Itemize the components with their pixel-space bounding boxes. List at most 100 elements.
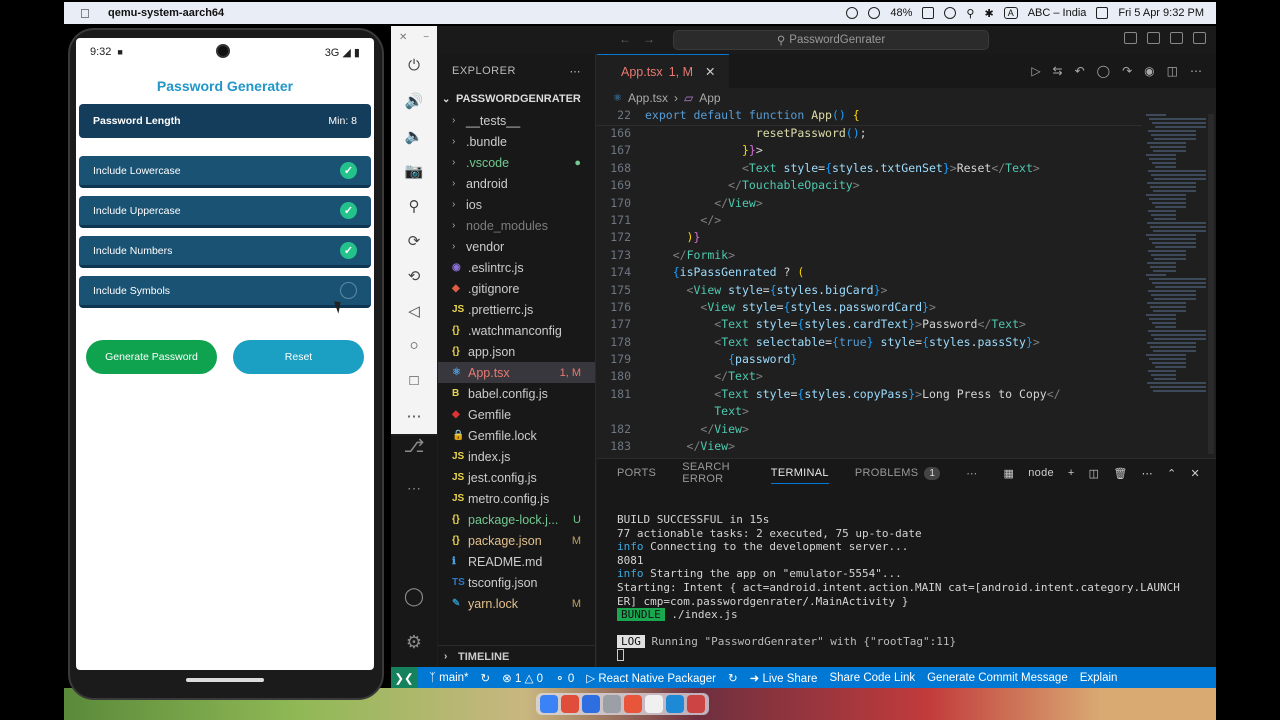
go-back-icon[interactable]: ↶ (1075, 64, 1085, 78)
check-icon[interactable]: ✓ (340, 202, 357, 219)
code-line[interactable]: 182 </View> (597, 422, 1142, 439)
toggle-icon[interactable] (1096, 7, 1109, 19)
home-icon[interactable]: ○ (402, 328, 426, 363)
more-icon[interactable]: ⋯ (402, 398, 426, 433)
code-line[interactable]: 172 )} (597, 230, 1142, 247)
terminal-shell[interactable]: node (1028, 467, 1054, 479)
file-tree-item[interactable]: ✎ yarn.lock M (438, 593, 595, 614)
file-tree-item[interactable]: › node_modules (438, 215, 595, 236)
split-editor-icon[interactable]: ◫ (1167, 64, 1178, 78)
volume-down-icon[interactable]: 🔈 (402, 118, 426, 153)
settings-gear-icon[interactable]: ⚙ (401, 632, 427, 653)
generate-commit-button[interactable]: Generate Commit Message (927, 672, 1068, 684)
explain-button[interactable]: Explain (1080, 672, 1118, 684)
file-tree-item[interactable]: JS jest.config.js (438, 467, 595, 488)
command-center-search[interactable]: ⚲ PasswordGenrater (673, 30, 989, 50)
toggle-sidebar-icon[interactable] (1124, 32, 1137, 44)
remote-icon[interactable]: ❯❮ (391, 667, 417, 688)
vscode-dock-icon[interactable] (666, 695, 684, 713)
code-line[interactable]: 178 <Text selectable={true} style={style… (597, 335, 1142, 352)
tab-problems[interactable]: PROBLEMS 1 (855, 467, 941, 480)
file-tree-item[interactable]: ◆ .gitignore (438, 278, 595, 299)
explorer-more-icon[interactable]: ⋯ (570, 65, 582, 78)
back-icon[interactable]: ◁ (402, 293, 426, 328)
breadcrumb-file[interactable]: App.tsx (628, 91, 668, 105)
terminal-more-icon[interactable]: ⋯ (1142, 467, 1153, 480)
code-line[interactable]: 166 resetPassword(); (597, 126, 1142, 143)
file-tree-item[interactable]: ℹ README.md (438, 551, 595, 572)
check-icon[interactable]: ✓ (340, 242, 357, 259)
problems-status[interactable]: ⊗ 1 △ 0 (502, 671, 543, 685)
file-tree-item[interactable]: Bbabel.config.js (438, 383, 595, 404)
nav-arrows[interactable]: ←→ (619, 32, 667, 46)
finder-icon[interactable] (540, 695, 558, 713)
file-tree-item[interactable]: › __tests__ (438, 110, 595, 131)
code-line[interactable]: 177 <Text style={styles.cardText}>Passwo… (597, 317, 1142, 334)
account-icon[interactable]: ◯ (401, 586, 427, 607)
code-line[interactable]: 175 <View style={styles.bigCard}> (597, 283, 1142, 300)
file-tree-item[interactable]: › .vscode ● (438, 152, 595, 173)
file-tree-item[interactable]: ◉ .eslintrc.js (438, 257, 595, 278)
file-tree-item[interactable]: JS metro.config.js (438, 488, 595, 509)
play-icon[interactable] (868, 7, 881, 19)
more-icon[interactable]: ⋯ (401, 480, 427, 497)
input-source[interactable]: ABC – India (1028, 7, 1087, 19)
password-length-input[interactable]: Min: 8 (328, 115, 357, 127)
zoom-icon[interactable]: ⚲ (402, 188, 426, 223)
sync-icon[interactable]: ↻ (481, 671, 491, 685)
file-tree-item[interactable]: › android (438, 173, 595, 194)
code-line[interactable]: Text> (597, 404, 1142, 421)
breadcrumb-symbol[interactable]: App (699, 91, 720, 105)
code-line[interactable]: 169 </TouchableOpacity> (597, 178, 1142, 195)
code-editor[interactable]: 166 resetPassword(); 167 }}> 168 <Text sty… (597, 108, 1142, 458)
home-gesture-bar[interactable] (186, 678, 264, 682)
code-line[interactable]: 173 </Formik> (597, 248, 1142, 265)
record-icon[interactable] (846, 7, 859, 19)
customize-layout-icon[interactable] (1193, 32, 1206, 44)
code-line[interactable]: 174 {isPassGenrated ? ( (597, 265, 1142, 282)
app-store-icon[interactable] (582, 695, 600, 713)
close-icon[interactable]: ✕ (705, 64, 715, 79)
input-badge[interactable]: A (1003, 7, 1018, 19)
rotate-left-icon[interactable]: ⟳ (402, 223, 426, 258)
tab-search-error[interactable]: SEARCH ERROR (682, 461, 745, 485)
file-tree-item[interactable]: TS tsconfig.json (438, 572, 595, 593)
option-numbers[interactable]: Include Numbers ✓ (79, 236, 371, 268)
code-line[interactable]: 180 </Text> (597, 369, 1142, 386)
branch-status[interactable]: ᛉ main* (429, 672, 469, 684)
volume-up-icon[interactable]: 🔊 (402, 83, 426, 118)
notes-icon[interactable] (645, 695, 663, 713)
maximize-panel-icon[interactable]: ⌃ (1167, 467, 1177, 480)
generate-password-button[interactable]: Generate Password (86, 340, 217, 374)
more-actions-icon[interactable]: ⋯ (1190, 64, 1202, 78)
editor-scrollbar[interactable] (1208, 114, 1214, 454)
rotate-right-icon[interactable]: ⟲ (402, 258, 426, 293)
control-center-icon[interactable] (944, 7, 957, 19)
camera-icon[interactable]: 📷 (402, 153, 426, 188)
share-code-link-button[interactable]: Share Code Link (829, 672, 915, 684)
apple-icon[interactable]:  (80, 6, 102, 21)
file-tree-item[interactable]: {} .watchmanconfig (438, 320, 595, 341)
code-line[interactable]: 176 <View style={styles.passwordCard}> (597, 300, 1142, 317)
close-icon[interactable]: ✕ (399, 32, 407, 48)
code-line[interactable]: 181 <Text style={styles.copyPass}>Long P… (597, 387, 1142, 404)
clock[interactable]: Fri 5 Apr 9:32 PM (1118, 7, 1204, 19)
compare-icon[interactable]: ⇆ (1053, 64, 1063, 78)
file-tree-item[interactable]: JS .prettierrc.js (438, 299, 595, 320)
toggle-secondary-icon[interactable] (1170, 32, 1183, 44)
file-tree-item[interactable]: {} package-lock.j... U (438, 509, 595, 530)
menu-app-name[interactable]: qemu-system-aarch64 (108, 7, 224, 19)
option-lowercase[interactable]: Include Lowercase ✓ (79, 156, 371, 188)
split-terminal-icon[interactable]: ◫ (1089, 467, 1100, 480)
tab-ports[interactable]: PORTS (617, 467, 656, 479)
option-uppercase[interactable]: Include Uppercase ✓ (79, 196, 371, 228)
live-share-button[interactable]: ➜ Live Share (750, 671, 818, 685)
packager-status[interactable]: ▷ React Native Packager (586, 671, 716, 685)
file-tree-item[interactable]: › vendor (438, 236, 595, 257)
code-line[interactable]: 167 }}> (597, 143, 1142, 160)
overview-icon[interactable]: □ (402, 363, 426, 398)
circle-icon[interactable]: ◯ (1097, 64, 1110, 78)
close-panel-icon[interactable]: ✕ (1190, 467, 1200, 480)
trash-icon[interactable] (687, 695, 705, 713)
panel-more-icon[interactable]: ⋯ (966, 467, 977, 480)
